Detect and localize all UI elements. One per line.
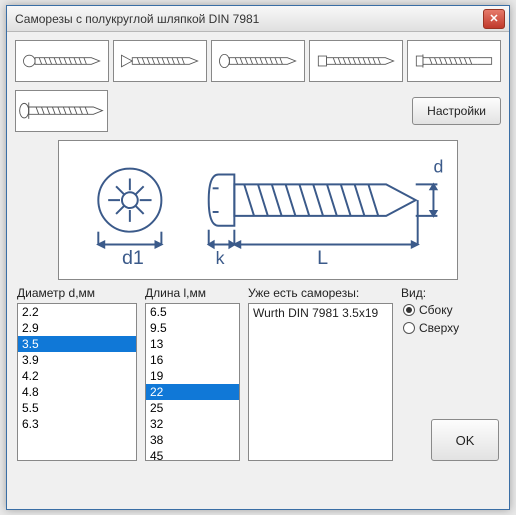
view-label: Вид: <box>401 286 499 300</box>
params-row: Диаметр d,мм 2.22.93.53.94.24.85.56.3 Дл… <box>15 286 501 461</box>
label-L: L <box>317 247 328 269</box>
length-option[interactable]: 13 <box>146 336 239 352</box>
view-option[interactable]: Сверху <box>403 321 499 335</box>
screw-thumb-2[interactable] <box>113 40 207 82</box>
radio-icon <box>403 322 415 334</box>
length-label: Длина l,мм <box>145 286 240 300</box>
content-area: Настройки d1 <box>7 32 509 469</box>
view-group: Вид: Сбоку Сверху <box>401 286 499 339</box>
ok-button[interactable]: OK <box>431 419 499 461</box>
existing-listbox[interactable]: Wurth DIN 7981 3.5x19 <box>248 303 393 461</box>
label-d1: d1 <box>122 247 144 269</box>
screw-thumb-3[interactable] <box>211 40 305 82</box>
radio-icon <box>403 304 415 316</box>
length-option[interactable]: 19 <box>146 368 239 384</box>
diameter-listbox[interactable]: 2.22.93.53.94.24.85.56.3 <box>17 303 137 461</box>
settings-button[interactable]: Настройки <box>412 97 501 125</box>
diameter-option[interactable]: 2.2 <box>18 304 136 320</box>
diameter-option[interactable]: 6.3 <box>18 416 136 432</box>
length-option[interactable]: 32 <box>146 416 239 432</box>
diameter-option[interactable]: 4.2 <box>18 368 136 384</box>
diameter-column: Диаметр d,мм 2.22.93.53.94.24.85.56.3 <box>17 286 137 461</box>
close-button[interactable]: ✕ <box>483 9 505 29</box>
existing-column: Уже есть саморезы: Wurth DIN 7981 3.5x19 <box>248 286 393 461</box>
label-d: d <box>433 157 443 177</box>
length-listbox[interactable]: 6.59.5131619222532384550 <box>145 303 240 461</box>
screw-thumb-1[interactable] <box>15 40 109 82</box>
length-option[interactable]: 6.5 <box>146 304 239 320</box>
length-option[interactable]: 16 <box>146 352 239 368</box>
screw-thumb-5[interactable] <box>407 40 501 82</box>
screw-type-thumbnails <box>15 40 501 82</box>
screw-thumb-4[interactable] <box>309 40 403 82</box>
right-column: Вид: Сбоку Сверху OK <box>401 286 499 461</box>
label-k: k <box>216 248 225 268</box>
view-option-label: Сверху <box>419 321 459 335</box>
existing-item[interactable]: Wurth DIN 7981 3.5x19 <box>253 306 388 320</box>
diameter-option[interactable]: 3.9 <box>18 352 136 368</box>
length-column: Длина l,мм 6.59.5131619222532384550 <box>145 286 240 461</box>
window-title: Саморезы с полукруглой шляпкой DIN 7981 <box>15 12 483 26</box>
diameter-label: Диаметр d,мм <box>17 286 137 300</box>
settings-button-label: Настройки <box>427 104 486 118</box>
length-option[interactable]: 9.5 <box>146 320 239 336</box>
diameter-option[interactable]: 5.5 <box>18 400 136 416</box>
diagram-box: d1 <box>58 140 458 280</box>
ok-button-label: OK <box>456 433 475 448</box>
close-icon: ✕ <box>489 12 498 25</box>
length-option[interactable]: 45 <box>146 448 239 461</box>
view-option-label: Сбоку <box>419 303 453 317</box>
second-row: Настройки <box>15 90 501 132</box>
titlebar: Саморезы с полукруглой шляпкой DIN 7981 … <box>7 6 509 32</box>
existing-label: Уже есть саморезы: <box>248 286 393 300</box>
diameter-option[interactable]: 4.8 <box>18 384 136 400</box>
diameter-option[interactable]: 3.5 <box>18 336 136 352</box>
length-option[interactable]: 38 <box>146 432 239 448</box>
length-option[interactable]: 25 <box>146 400 239 416</box>
view-option[interactable]: Сбоку <box>403 303 499 317</box>
length-option[interactable]: 22 <box>146 384 239 400</box>
dialog-window: Саморезы с полукруглой шляпкой DIN 7981 … <box>6 5 510 510</box>
screw-thumb-6[interactable] <box>15 90 108 132</box>
diameter-option[interactable]: 2.9 <box>18 320 136 336</box>
screw-diagram: d1 <box>59 141 457 279</box>
